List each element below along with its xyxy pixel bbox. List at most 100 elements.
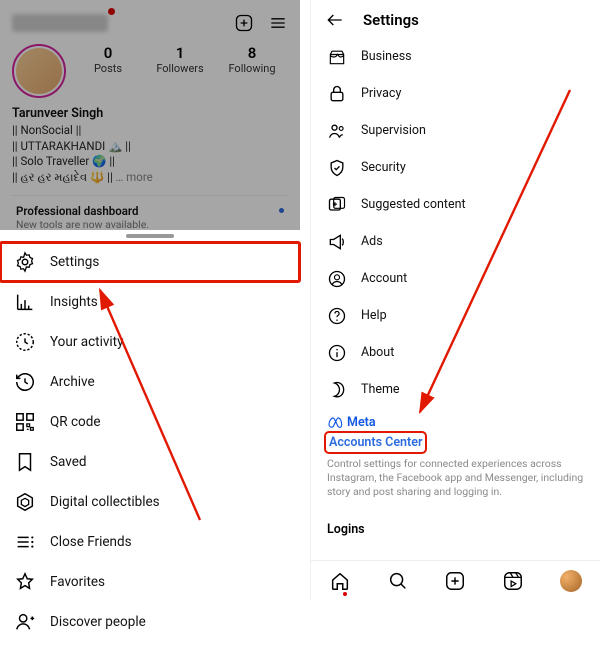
settings-item-about[interactable]: About: [311, 334, 600, 371]
stat-posts-label: Posts: [72, 62, 144, 75]
home-icon[interactable]: [329, 570, 351, 592]
logins-heading: Logins: [311, 522, 600, 537]
bio-line: || Solo Traveller 🌍 ||: [12, 154, 288, 170]
help-icon: [327, 306, 347, 326]
menu-item-settings[interactable]: Settings: [0, 242, 300, 282]
supervision-icon: [327, 121, 347, 141]
favorites-icon: [14, 571, 36, 593]
menu-label: Archive: [50, 374, 95, 390]
settings-item-privacy[interactable]: Privacy: [311, 75, 600, 112]
settings-list: Business Privacy Supervision Security Su…: [311, 36, 600, 408]
menu-item-activity[interactable]: Your activity: [0, 322, 300, 362]
stat-following-label: Following: [216, 62, 288, 75]
back-arrow-icon[interactable]: [325, 10, 345, 30]
settings-label: About: [361, 345, 394, 360]
bio-line: || UTTARAKHANDI 🏔️ ||: [12, 139, 288, 155]
discover-icon: [14, 611, 36, 633]
profile-section-dimmed: 0 Posts 1 Followers 8 Following Tarunvee…: [0, 0, 300, 230]
settings-item-help[interactable]: Help: [311, 297, 600, 334]
menu-item-insights[interactable]: Insights: [0, 282, 300, 322]
settings-label: Suggested content: [361, 197, 466, 212]
professional-dashboard[interactable]: Professional dashboard New tools are now…: [12, 195, 288, 237]
bio-more[interactable]: … more: [116, 170, 153, 184]
menu-label: Discover people: [50, 614, 146, 630]
hamburger-icon[interactable]: [268, 13, 288, 33]
create-icon[interactable]: [444, 570, 466, 592]
menu-item-close-friends[interactable]: Close Friends: [0, 522, 300, 562]
settings-item-account[interactable]: Account: [311, 260, 600, 297]
menu-item-qr[interactable]: QR code: [0, 402, 300, 442]
ads-icon: [327, 232, 347, 252]
activity-icon: [14, 331, 36, 353]
settings-item-theme[interactable]: Theme: [311, 371, 600, 408]
business-icon: [327, 47, 347, 67]
settings-icon: [14, 251, 36, 273]
bottom-nav: [311, 560, 600, 600]
menu-label: Favorites: [50, 574, 105, 590]
accounts-center-link[interactable]: Accounts Center: [327, 434, 424, 451]
stat-posts[interactable]: 0 Posts: [72, 44, 144, 75]
menu-label: Close Friends: [50, 534, 132, 550]
search-icon[interactable]: [387, 570, 409, 592]
menu-label: Your activity: [50, 334, 123, 350]
settings-label: Theme: [361, 382, 400, 397]
page-title: Settings: [363, 11, 419, 29]
accounts-center-desc: Control settings for connected experienc…: [327, 457, 584, 500]
dashboard-title: Professional dashboard: [16, 204, 284, 218]
menu-item-saved[interactable]: Saved: [0, 442, 300, 482]
menu-label: Settings: [50, 254, 99, 270]
about-icon: [327, 343, 347, 363]
menu-item-archive[interactable]: Archive: [0, 362, 300, 402]
bio-line: || હર હર મહાદેવ 🔱 ||: [12, 170, 113, 184]
left-pane: 0 Posts 1 Followers 8 Following Tarunvee…: [0, 0, 300, 600]
stat-followers[interactable]: 1 Followers: [144, 44, 216, 75]
insights-icon: [14, 291, 36, 313]
nav-notification-dot: [343, 592, 347, 596]
menu-item-discover[interactable]: Discover people: [0, 602, 300, 642]
meta-section: Meta Accounts Center Control settings fo…: [311, 414, 600, 500]
suggested-icon: [327, 195, 347, 215]
stat-followers-label: Followers: [144, 62, 216, 75]
bio-line: || NonSocial ||: [12, 123, 288, 139]
settings-item-suggested[interactable]: Suggested content: [311, 186, 600, 223]
settings-label: Help: [361, 308, 387, 323]
stat-posts-count: 0: [72, 44, 144, 62]
stat-following-count: 8: [216, 44, 288, 62]
settings-label: Business: [361, 49, 412, 64]
archive-icon: [14, 371, 36, 393]
profile-bio: || NonSocial || || UTTARAKHANDI 🏔️ || ||…: [12, 123, 288, 185]
meta-brand-label: Meta: [347, 415, 376, 430]
dashboard-subtitle: New tools are now available.: [16, 218, 284, 231]
settings-item-business[interactable]: Business: [311, 38, 600, 75]
settings-label: Security: [361, 160, 406, 175]
avatar[interactable]: [12, 44, 66, 98]
profile-nav-avatar[interactable]: [560, 570, 582, 592]
stat-followers-count: 1: [144, 44, 216, 62]
reels-icon[interactable]: [502, 570, 524, 592]
settings-label: Account: [361, 271, 407, 286]
stat-following[interactable]: 8 Following: [216, 44, 288, 75]
settings-label: Privacy: [361, 86, 401, 101]
saved-icon: [14, 451, 36, 473]
menu-item-favorites[interactable]: Favorites: [0, 562, 300, 602]
menu-item-collectibles[interactable]: Digital collectibles: [0, 482, 300, 522]
meta-brand: Meta: [327, 414, 584, 430]
settings-label: Ads: [361, 234, 383, 249]
menu-label: Insights: [50, 294, 98, 310]
menu-label: QR code: [50, 414, 101, 430]
privacy-icon: [327, 84, 347, 104]
menu-label: Digital collectibles: [50, 494, 160, 510]
settings-item-security[interactable]: Security: [311, 149, 600, 186]
settings-item-ads[interactable]: Ads: [311, 223, 600, 260]
notification-dot: [108, 8, 115, 15]
profile-sheet-menu: Settings Insights Your activity Archive …: [0, 242, 300, 652]
collectibles-icon: [14, 491, 36, 513]
settings-header: Settings: [311, 0, 600, 36]
menu-label: Saved: [50, 454, 87, 470]
theme-icon: [327, 380, 347, 400]
create-post-icon[interactable]: [234, 13, 254, 33]
username-blurred: [12, 14, 108, 32]
qr-icon: [14, 411, 36, 433]
settings-item-supervision[interactable]: Supervision: [311, 112, 600, 149]
account-icon: [327, 269, 347, 289]
